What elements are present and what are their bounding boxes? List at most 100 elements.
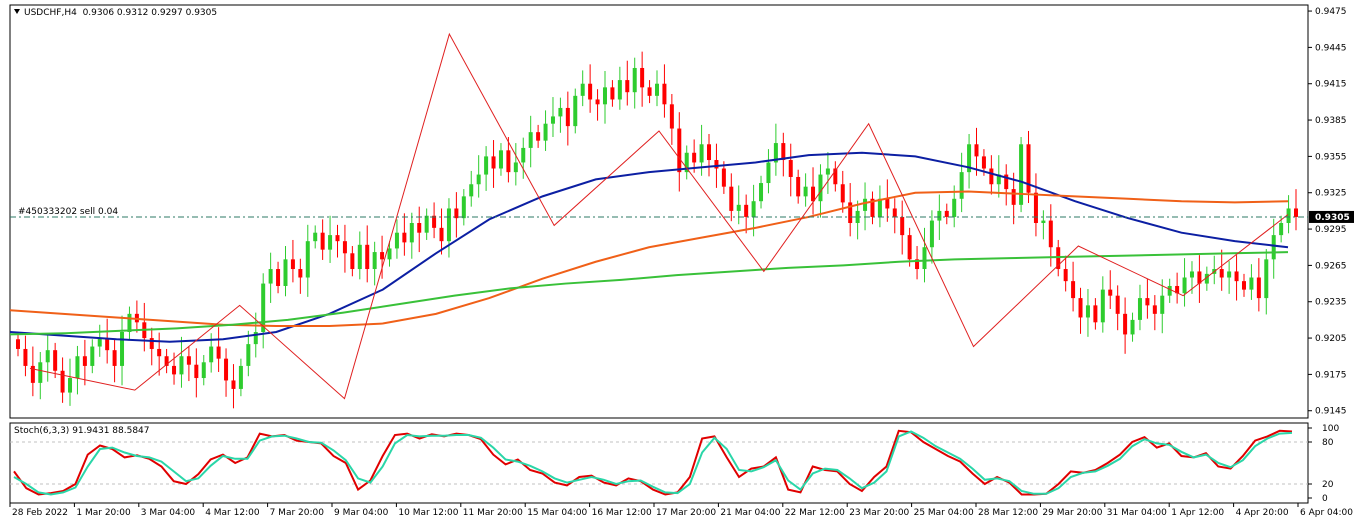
bull-candle[interactable] [357, 244, 362, 270]
bear-candle[interactable] [224, 358, 229, 381]
bear-candle[interactable] [565, 107, 570, 127]
bear-candle[interactable] [788, 160, 793, 177]
bear-candle[interactable] [290, 259, 295, 270]
bear-candle[interactable] [194, 364, 199, 379]
bull-candle[interactable] [543, 123, 548, 141]
bear-candle[interactable] [1145, 298, 1150, 306]
bear-candle[interactable] [989, 168, 994, 185]
bear-candle[interactable] [149, 338, 154, 349]
bull-candle[interactable] [766, 162, 771, 184]
bear-candle[interactable] [840, 184, 845, 203]
bull-candle[interactable] [959, 172, 964, 199]
bull-candle[interactable] [424, 215, 429, 233]
bull-candle[interactable] [929, 220, 934, 248]
bear-candle[interactable] [1071, 281, 1076, 299]
bull-candle[interactable] [617, 80, 622, 100]
bear-candle[interactable] [298, 269, 303, 278]
bull-candle[interactable] [1271, 235, 1276, 260]
bear-candle[interactable] [900, 216, 905, 236]
bear-candle[interactable] [335, 235, 340, 242]
bull-candle[interactable] [283, 259, 288, 286]
bull-candle[interactable] [1182, 277, 1187, 294]
bull-candle[interactable] [573, 95, 578, 127]
bull-candle[interactable] [952, 198, 957, 217]
bear-candle[interactable] [796, 176, 801, 197]
bull-candle[interactable] [476, 174, 481, 185]
bull-candle[interactable] [1227, 271, 1232, 278]
bear-candle[interactable] [981, 156, 986, 169]
bear-candle[interactable] [216, 346, 221, 359]
bull-candle[interactable] [521, 147, 526, 163]
bear-candle[interactable] [647, 87, 652, 96]
bear-candle[interactable] [1152, 305, 1157, 314]
bear-candle[interactable] [595, 99, 600, 105]
bull-candle[interactable] [179, 356, 184, 375]
bull-candle[interactable] [246, 344, 251, 366]
bull-candle[interactable] [446, 208, 451, 242]
bear-candle[interactable] [1294, 208, 1298, 217]
bull-candle[interactable] [75, 356, 80, 379]
bear-candle[interactable] [1063, 269, 1068, 282]
bear-candle[interactable] [276, 269, 281, 286]
bull-candle[interactable] [328, 235, 333, 250]
bear-candle[interactable] [417, 223, 422, 233]
bull-candle[interactable] [1130, 319, 1135, 335]
order-line-label[interactable]: #450333202 sell 0.04 [18, 207, 118, 217]
bull-candle[interactable] [305, 241, 310, 278]
bear-candle[interactable] [157, 348, 162, 357]
bull-candle[interactable] [922, 247, 927, 270]
bull-candle[interactable] [1137, 298, 1142, 320]
bull-candle[interactable] [1264, 259, 1269, 299]
bear-candle[interactable] [662, 83, 667, 105]
bear-candle[interactable] [1078, 298, 1083, 318]
bear-candle[interactable] [744, 204, 749, 217]
bull-candle[interactable] [120, 332, 125, 366]
bear-candle[interactable] [365, 244, 370, 270]
bear-candle[interactable] [729, 186, 734, 211]
bear-candle[interactable] [974, 144, 979, 157]
bull-candle[interactable] [751, 201, 756, 217]
bear-candle[interactable] [1123, 313, 1128, 335]
bull-candle[interactable] [1041, 220, 1046, 224]
bull-candle[interactable] [937, 210, 942, 221]
bull-candle[interactable] [484, 156, 489, 175]
bear-candle[interactable] [491, 156, 496, 169]
bull-candle[interactable] [90, 346, 95, 366]
bull-candle[interactable] [201, 362, 206, 379]
bear-candle[interactable] [380, 252, 385, 260]
bear-candle[interactable] [669, 104, 674, 129]
bear-candle[interactable] [640, 67, 645, 88]
bear-candle[interactable] [1033, 192, 1038, 224]
bull-candle[interactable] [1100, 289, 1105, 323]
bull-candle[interactable] [699, 144, 704, 163]
bear-candle[interactable] [721, 168, 726, 187]
bull-candle[interactable] [1279, 223, 1284, 236]
bear-candle[interactable] [231, 380, 236, 389]
bull-candle[interactable] [655, 83, 659, 96]
bull-candle[interactable] [736, 204, 741, 211]
bear-candle[interactable] [506, 150, 511, 173]
bear-candle[interactable] [1048, 220, 1053, 248]
bear-candle[interactable] [1115, 295, 1120, 314]
bear-candle[interactable] [82, 356, 87, 366]
bear-candle[interactable] [402, 232, 407, 243]
bull-candle[interactable] [38, 362, 43, 383]
bull-candle[interactable] [528, 132, 533, 148]
bear-candle[interactable] [1234, 271, 1239, 282]
bull-candle[interactable] [238, 365, 243, 389]
bear-candle[interactable] [714, 160, 719, 169]
bear-candle[interactable] [885, 198, 890, 209]
bull-candle[interactable] [602, 87, 607, 105]
bull-candle[interactable] [1189, 271, 1194, 278]
bear-candle[interactable] [350, 253, 355, 270]
bear-candle[interactable] [944, 210, 949, 217]
bull-candle[interactable] [1160, 295, 1165, 314]
bear-candle[interactable] [112, 350, 117, 366]
bear-candle[interactable] [186, 356, 191, 365]
bull-candle[interactable] [550, 116, 555, 124]
bear-candle[interactable] [1093, 305, 1098, 323]
bear-candle[interactable] [53, 350, 58, 371]
bull-candle[interactable] [759, 183, 764, 202]
bear-candle[interactable] [692, 152, 697, 163]
bull-candle[interactable] [268, 269, 273, 284]
